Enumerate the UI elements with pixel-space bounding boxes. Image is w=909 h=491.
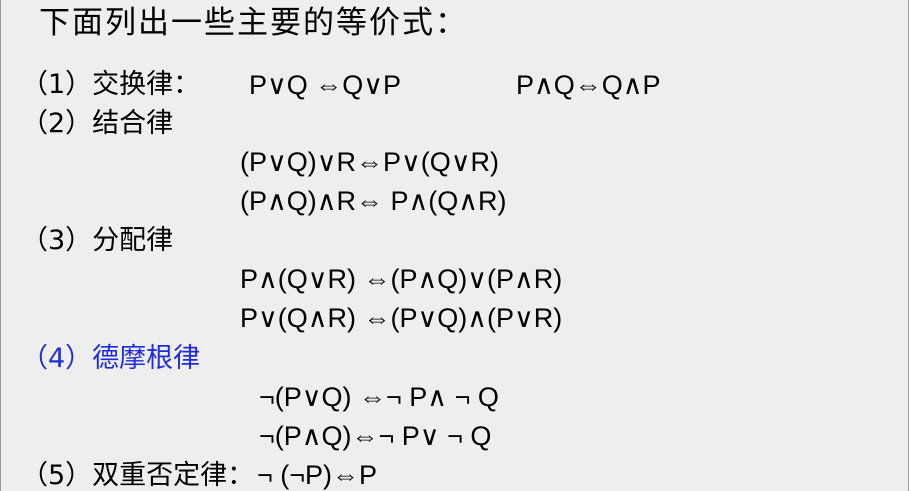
law-distributive-formula-and: P∧(Q∨R) ⇔(P∧Q)∨(P∧R) bbox=[240, 264, 563, 294]
law-commutative-formula-or: P∨Q ⇔Q∨P bbox=[249, 70, 402, 100]
law-associative-label: （2）结合律 bbox=[21, 108, 174, 139]
slide: 下面列出一些主要的等价式： （1）交换律： P∨Q ⇔Q∨P P∧Q⇔Q∧P （… bbox=[0, 0, 909, 491]
law-associative-formula-and: (P∧Q)∧R⇔ P∧(Q∧R) bbox=[240, 186, 507, 216]
law-distributive-label: （3）分配律 bbox=[21, 225, 174, 256]
law-commutative-formula-and: P∧Q⇔Q∧P bbox=[516, 70, 661, 100]
law-double-negation-label: （5）双重否定律： bbox=[21, 460, 255, 491]
law-demorgan-formula-or: ¬(P∨Q) ⇔¬ P∧ ¬ Q bbox=[259, 382, 499, 412]
law-distributive-formula-or: P∨(Q∧R) ⇔(P∨Q)∧(P∨R) bbox=[240, 303, 563, 333]
law-associative-formula-or: (P∨Q)∨R⇔P∨(Q∨R) bbox=[240, 147, 500, 177]
law-double-negation-formula: ¬ (¬P)⇔P bbox=[257, 460, 378, 490]
law-commutative-label: （1）交换律： bbox=[21, 69, 201, 100]
slide-title: 下面列出一些主要的等价式： bbox=[39, 5, 468, 41]
law-demorgan-label: （4）德摩根律 bbox=[21, 343, 201, 374]
law-demorgan-formula-and: ¬(P∧Q)⇔¬ P∨ ¬ Q bbox=[259, 421, 492, 451]
